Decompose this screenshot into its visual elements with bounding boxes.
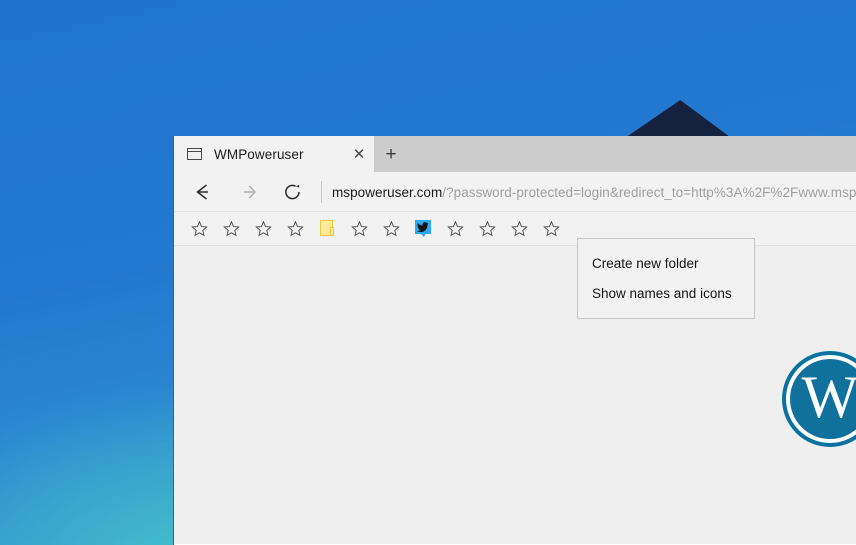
- twitter-icon: [415, 220, 431, 237]
- wordpress-logo-icon: W: [782, 351, 856, 447]
- tab-title: WMPoweruser: [214, 146, 304, 162]
- favorite-star-7[interactable]: [439, 214, 471, 244]
- screen: WMPoweruser ✕ + mspoweruser.com/?passwor…: [0, 0, 856, 545]
- wallpaper-peak-shape: [622, 100, 734, 140]
- favorite-star-2[interactable]: [215, 214, 247, 244]
- favorite-twitter[interactable]: [407, 214, 439, 244]
- wordpress-logo-letter: W: [801, 364, 856, 430]
- favorite-star-9[interactable]: [503, 214, 535, 244]
- menu-item-create-new-folder[interactable]: Create new folder: [578, 248, 754, 278]
- back-icon[interactable]: [180, 174, 225, 210]
- favorite-star-3[interactable]: [247, 214, 279, 244]
- favorite-star-6[interactable]: [375, 214, 407, 244]
- tab-wmpoweruser[interactable]: WMPoweruser ✕: [174, 136, 374, 172]
- forward-icon: [225, 174, 270, 210]
- close-icon[interactable]: ✕: [344, 136, 374, 172]
- tab-strip: WMPoweruser ✕ +: [174, 136, 856, 172]
- toolbar-divider: [321, 180, 322, 203]
- favorite-star-5[interactable]: [343, 214, 375, 244]
- favorite-star-8[interactable]: [471, 214, 503, 244]
- url-path: /?password-protected=login&redirect_to=h…: [442, 184, 856, 200]
- edge-browser-window: WMPoweruser ✕ + mspoweruser.com/?passwor…: [173, 136, 856, 545]
- menu-item-show-names-and-icons[interactable]: Show names and icons: [578, 278, 754, 308]
- favorite-star-1[interactable]: [183, 214, 215, 244]
- refresh-icon[interactable]: [270, 174, 315, 210]
- folder-icon: [320, 220, 334, 237]
- favorite-star-4[interactable]: [279, 214, 311, 244]
- new-tab-button[interactable]: +: [374, 136, 408, 172]
- address-bar[interactable]: mspoweruser.com/?password-protected=logi…: [332, 184, 856, 200]
- favorites-context-menu: Create new folder Show names and icons: [577, 238, 755, 319]
- navigation-toolbar: mspoweruser.com/?password-protected=logi…: [174, 172, 856, 211]
- favorite-folder[interactable]: [311, 214, 343, 244]
- url-domain: mspoweruser.com: [332, 184, 443, 200]
- favorite-star-10[interactable]: [535, 214, 567, 244]
- page-icon: [187, 148, 202, 160]
